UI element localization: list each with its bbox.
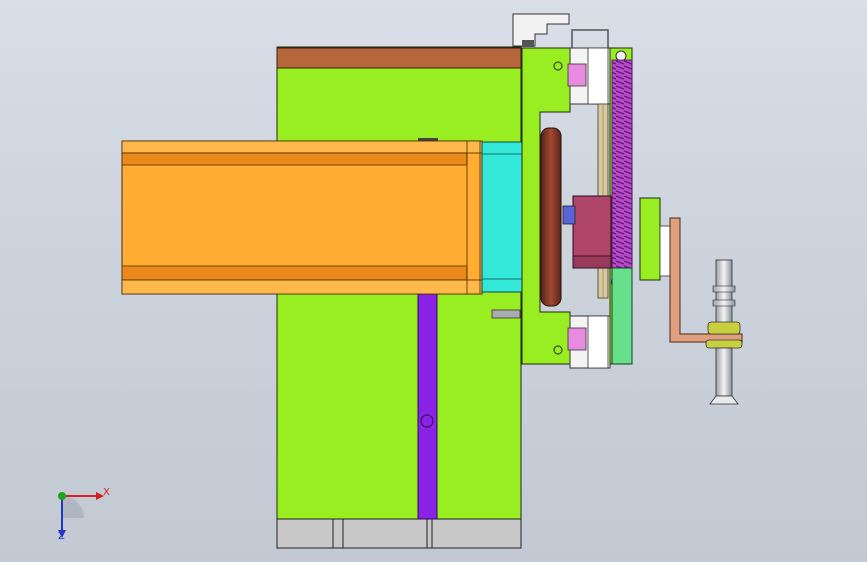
wheel-disc[interactable] xyxy=(540,127,562,307)
cad-model[interactable] xyxy=(0,0,867,562)
lower-guide-block[interactable] xyxy=(567,315,611,369)
axis-triad: X Y Z xyxy=(44,478,124,548)
top-white-bracket[interactable] xyxy=(512,13,609,48)
z-axis-label: Z xyxy=(58,531,65,542)
purple-strip[interactable] xyxy=(417,292,438,520)
base-plate[interactable] xyxy=(276,46,522,549)
cad-viewport[interactable]: X Y Z xyxy=(0,0,867,562)
side-white-block xyxy=(659,225,671,277)
x-axis-label: X xyxy=(103,487,110,498)
upper-guide-block[interactable] xyxy=(567,47,611,105)
slider-block[interactable] xyxy=(562,195,612,269)
side-block[interactable] xyxy=(639,197,661,281)
top-bar[interactable] xyxy=(276,47,522,69)
cylinder-body[interactable] xyxy=(121,140,483,295)
tension-spring[interactable] xyxy=(611,59,633,275)
cylinder-end-cap[interactable] xyxy=(481,141,523,293)
bottom-blocks[interactable] xyxy=(276,518,522,549)
triad-graphic xyxy=(58,492,104,538)
adjust-pin[interactable] xyxy=(705,259,743,405)
rod-stub xyxy=(491,309,521,319)
green-rail[interactable] xyxy=(611,267,633,365)
